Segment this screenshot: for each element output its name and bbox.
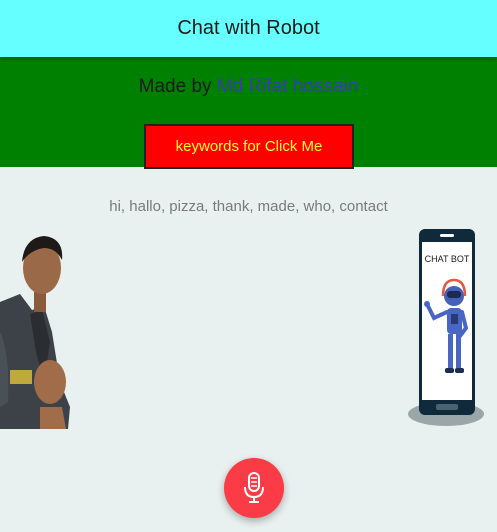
keywords-list-text: hi, hallo, pizza, thank, made, who, cont… <box>109 198 388 215</box>
credit-prefix: Made by <box>138 76 212 97</box>
keywords-button[interactable]: keywords for Click Me <box>144 124 354 169</box>
microphone-button[interactable] <box>224 458 284 518</box>
author-photo <box>0 236 70 429</box>
header-bar: Chat with Robot <box>0 0 497 57</box>
credit-line: Made by Md Rifat hossain <box>0 76 497 98</box>
page-title: Chat with Robot <box>177 17 320 39</box>
author-link[interactable]: Md Rifat hossain <box>217 76 359 97</box>
chat-bot-caption: CHAT BOT <box>425 254 470 264</box>
microphone-icon <box>244 472 264 503</box>
chatbot-illustration: CHAT BOT <box>408 229 484 426</box>
